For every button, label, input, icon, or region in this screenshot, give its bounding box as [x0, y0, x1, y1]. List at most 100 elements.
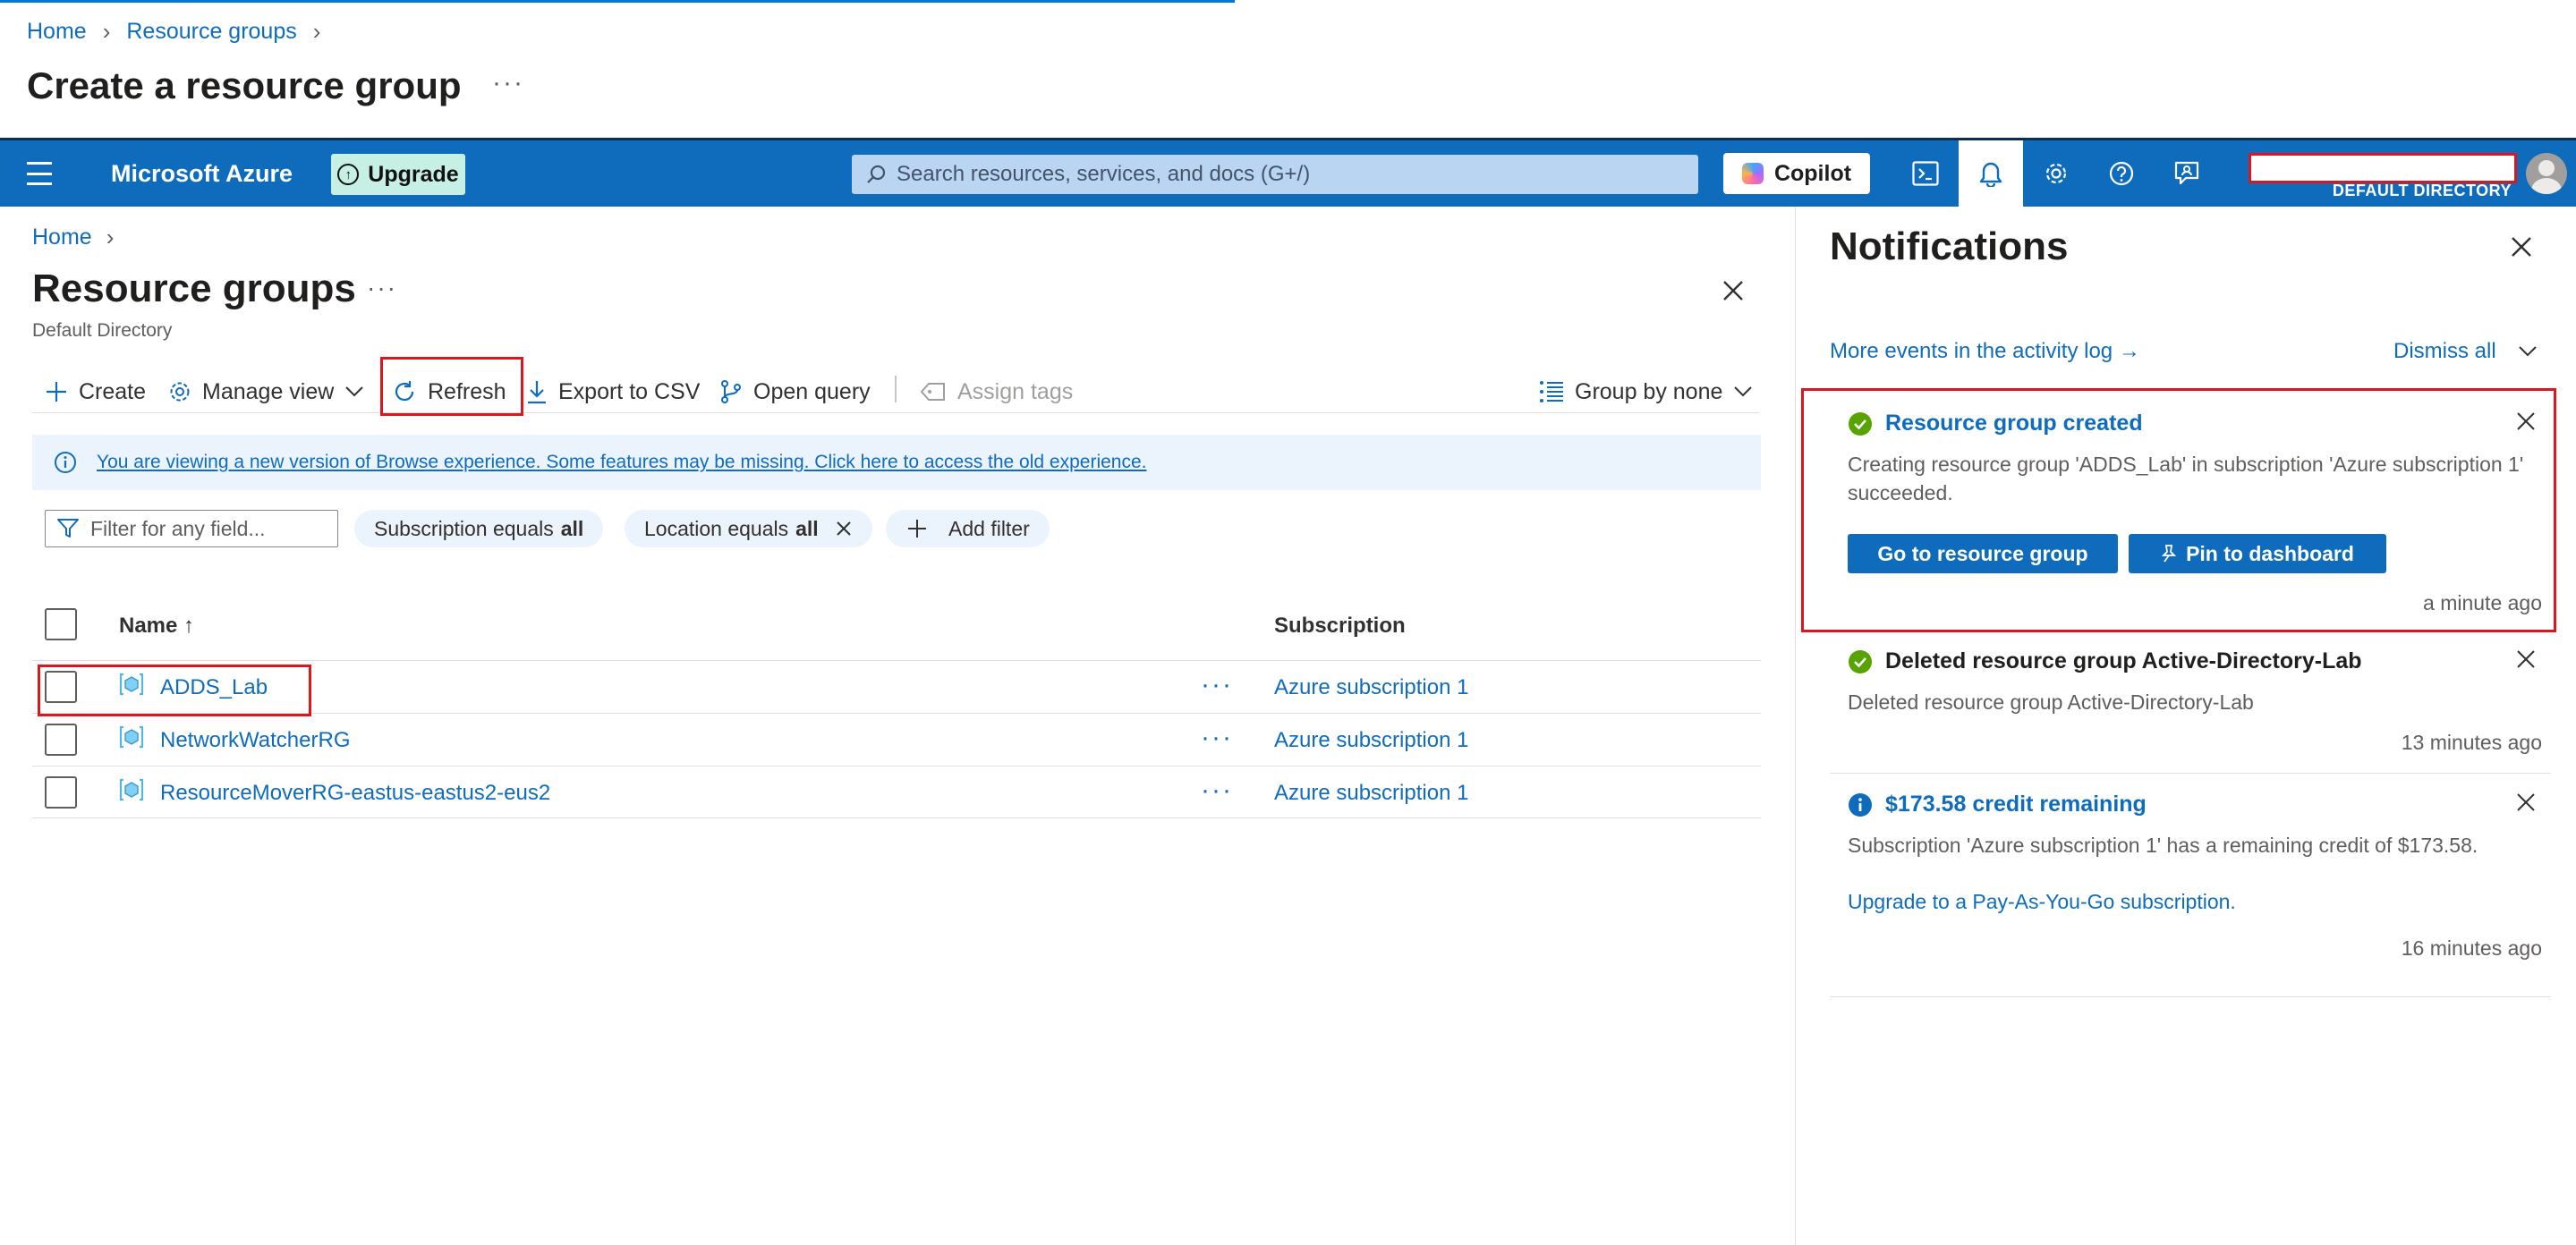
subscription-filter-prefix: Subscription equals	[374, 516, 554, 540]
notification-item[interactable]: Deleted resource group Active-Directory-…	[1830, 631, 2551, 774]
open-query-label: Open query	[753, 378, 871, 404]
table-row: ResourceMoverRG-eastus-eastus2-eus2 ··· …	[32, 766, 1761, 818]
chevron-down-icon	[345, 386, 364, 397]
gear-icon[interactable]	[2024, 140, 2088, 207]
copilot-icon	[1741, 163, 1764, 184]
open-query-button[interactable]: Open query	[719, 370, 871, 413]
azure-top-bar: Microsoft Azure ↑ Upgrade Copilot DEFAUL…	[0, 140, 2576, 207]
check-circle-icon	[1849, 649, 1872, 673]
resource-group-link[interactable]: ResourceMoverRG-eastus-eastus2-eus2	[160, 781, 550, 806]
assign-tags-label: Assign tags	[957, 378, 1074, 404]
chevron-right-icon: ›	[106, 224, 115, 250]
row-actions-button[interactable]: ···	[1201, 670, 1233, 700]
avatar[interactable]	[2526, 153, 2567, 194]
arrow-up-circle-icon: ↑	[337, 164, 360, 185]
cloud-shell-icon[interactable]	[1893, 140, 1958, 207]
blade-breadcrumb: Home ›	[32, 224, 114, 251]
branch-icon	[721, 380, 741, 403]
row-name-cell: NetworkWatcherRG	[119, 725, 350, 753]
row-name-cell: ResourceMoverRG-eastus-eastus2-eus2	[119, 778, 550, 806]
select-all-checkbox[interactable]	[45, 608, 77, 640]
global-search[interactable]	[852, 155, 1698, 194]
assign-tags-button[interactable]: Assign tags	[920, 370, 1073, 413]
dismiss-all-button[interactable]: Dismiss all	[2393, 339, 2538, 364]
outer-more-button[interactable]: ···	[492, 68, 524, 98]
row-actions-button[interactable]: ···	[1201, 775, 1233, 806]
subscription-filter-value: all	[560, 516, 584, 540]
notification-title[interactable]: $173.58 credit remaining	[1885, 792, 2147, 817]
add-filter-button[interactable]: Add filter	[886, 510, 1050, 547]
blade-more-button[interactable]: ···	[367, 274, 397, 302]
chevron-down-icon	[2518, 346, 2537, 357]
tag-icon	[920, 383, 945, 401]
page-subtitle: Default Directory	[32, 320, 173, 341]
plus-icon	[47, 382, 66, 402]
chevron-right-icon: ›	[312, 18, 321, 45]
feedback-icon[interactable]	[2155, 140, 2219, 207]
bell-icon[interactable]	[1959, 140, 2023, 207]
notification-body: Subscription 'Azure subscription 1' has …	[1848, 834, 2478, 857]
export-csv-button[interactable]: Export to CSV	[526, 370, 700, 413]
resource-group-link[interactable]: NetworkWatcherRG	[160, 728, 350, 753]
subscription-link[interactable]: Azure subscription 1	[1274, 781, 1468, 806]
close-icon[interactable]	[1720, 277, 1747, 304]
info-icon	[55, 452, 76, 473]
resource-group-icon	[119, 778, 144, 801]
list-icon	[1540, 381, 1563, 402]
outer-page-title: Create a resource group	[27, 64, 462, 106]
group-by-button[interactable]: Group by none	[1539, 370, 1753, 413]
close-icon[interactable]	[2508, 233, 2535, 260]
close-icon[interactable]	[835, 520, 853, 538]
search-input[interactable]	[897, 162, 1666, 187]
filter-input[interactable]	[90, 516, 314, 541]
close-icon[interactable]	[2515, 648, 2537, 670]
help-icon[interactable]	[2089, 140, 2154, 207]
copilot-button[interactable]: Copilot	[1723, 153, 1870, 194]
filter-icon	[57, 519, 79, 538]
row-checkbox[interactable]	[45, 724, 77, 756]
notification-header: $173.58 credit remaining	[1848, 792, 2147, 817]
refresh-highlight-box	[380, 357, 523, 416]
manage-view-button[interactable]: Manage view	[168, 370, 364, 413]
hamburger-menu-icon[interactable]	[27, 162, 52, 185]
subscription-column-header[interactable]: Subscription	[1274, 614, 1406, 639]
breadcrumb-resource-groups-link[interactable]: Resource groups	[126, 19, 296, 45]
location-filter-pill[interactable]: Location equals all	[625, 510, 872, 547]
create-button[interactable]: Create	[45, 370, 146, 413]
breadcrumb-home-link[interactable]: Home	[27, 19, 87, 45]
directory-label: DEFAULT DIRECTORY	[2332, 182, 2512, 199]
old-experience-link[interactable]: You are viewing a new version of Browse …	[97, 452, 1147, 473]
subscription-link[interactable]: Azure subscription 1	[1274, 728, 1468, 753]
redacted-account-name[interactable]	[2249, 153, 2517, 183]
subscription-filter-pill[interactable]: Subscription equals all	[354, 510, 604, 547]
add-filter-label: Add filter	[948, 516, 1030, 540]
download-icon	[528, 381, 546, 404]
brand-label[interactable]: Microsoft Azure	[111, 160, 293, 188]
location-filter-prefix: Location equals	[644, 516, 789, 540]
upgrade-button[interactable]: ↑ Upgrade	[331, 154, 465, 195]
loading-progress-bar	[0, 0, 1235, 3]
filter-field[interactable]	[45, 510, 338, 547]
chevron-right-icon: ›	[102, 18, 111, 45]
activity-log-link[interactable]: More events in the activity log →	[1830, 339, 2140, 364]
notification-item[interactable]: $173.58 credit remaining Subscription 'A…	[1830, 774, 2551, 997]
search-icon	[867, 165, 886, 183]
export-csv-label: Export to CSV	[558, 378, 701, 404]
info-banner: You are viewing a new version of Browse …	[32, 435, 1761, 490]
upgrade-subscription-link[interactable]: Upgrade to a Pay-As-You-Go subscription.	[1848, 890, 2236, 914]
dismiss-all-label: Dismiss all	[2393, 339, 2496, 363]
row-actions-button[interactable]: ···	[1201, 723, 1233, 753]
plus-icon	[908, 520, 926, 538]
notifications-title: Notifications	[1830, 224, 2069, 268]
subscription-link[interactable]: Azure subscription 1	[1274, 675, 1468, 700]
command-bar: Create Manage view Refresh Export to CSV…	[32, 363, 1759, 413]
command-separator	[895, 376, 897, 402]
copilot-label: Copilot	[1773, 160, 1852, 186]
create-label: Create	[79, 378, 147, 404]
close-icon[interactable]	[2515, 792, 2537, 813]
breadcrumb-home-link[interactable]: Home	[32, 224, 92, 250]
notification-title: Deleted resource group Active-Directory-…	[1885, 648, 2362, 673]
name-column-header[interactable]: Name ↑	[119, 614, 194, 639]
notification-highlight-box	[1801, 388, 2556, 632]
row-checkbox[interactable]	[45, 776, 77, 809]
